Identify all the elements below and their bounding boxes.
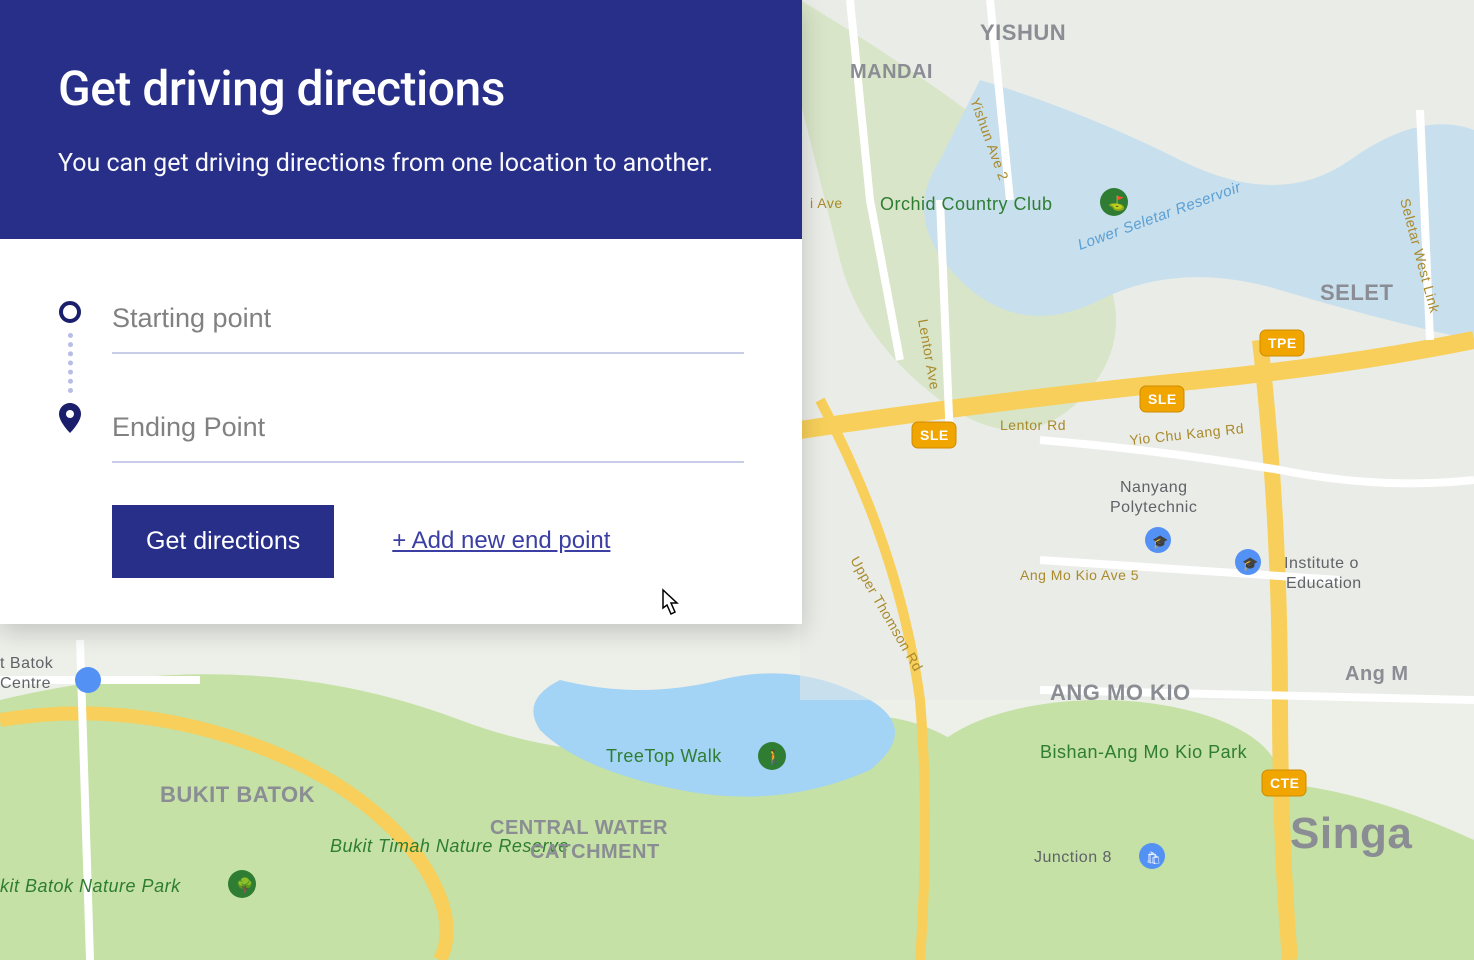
area-label: ANG MO KIO [1050, 680, 1191, 705]
poi-label: Education [1286, 575, 1362, 592]
svg-text:SLE: SLE [1148, 391, 1177, 407]
waypoints-column [58, 297, 82, 433]
poi-pin-icon [75, 667, 101, 693]
poi-label: Centre [0, 675, 51, 692]
end-point-icon [58, 403, 82, 433]
svg-text:CTE: CTE [1270, 775, 1300, 791]
route-line-icon [68, 333, 73, 393]
svg-text:🌳: 🌳 [236, 876, 253, 894]
poi-label: Junction 8 [1034, 849, 1112, 866]
svg-text:🎓: 🎓 [1242, 557, 1258, 572]
panel-title: Get driving directions [58, 60, 744, 117]
poi-label: Polytechnic [1110, 499, 1197, 516]
poi-label: TreeTop Walk [606, 746, 722, 766]
area-label: CATCHMENT [530, 841, 660, 863]
svg-text:🛍: 🛍 [1146, 851, 1161, 865]
highway-shield-cte: CTE [1262, 770, 1306, 796]
start-point-icon [59, 301, 81, 323]
get-directions-button[interactable]: Get directions [112, 505, 334, 578]
road-label: Ang Mo Kio Ave 5 [1020, 567, 1139, 583]
poi-label: t Batok [0, 655, 54, 672]
area-label: Singa [1290, 809, 1412, 858]
area-label: SELET [1320, 280, 1393, 305]
area-label: MANDAI [850, 61, 933, 83]
poi-label: Orchid Country Club [880, 194, 1053, 214]
road-label: i Ave [810, 195, 843, 211]
area-label: Ang M [1345, 663, 1409, 685]
svg-text:⛳: ⛳ [1108, 195, 1125, 212]
svg-text:TPE: TPE [1268, 335, 1297, 351]
start-point-input[interactable] [112, 297, 744, 354]
highway-shield-tpe: TPE [1260, 330, 1304, 356]
area-label: CENTRAL WATER [490, 817, 668, 839]
highway-shield-sle: SLE [1140, 386, 1184, 412]
poi-label: Institute o [1284, 555, 1359, 572]
svg-text:SLE: SLE [920, 427, 949, 443]
panel-body: Get directions + Add new end point [0, 239, 802, 624]
directions-panel: Get driving directions You can get drivi… [0, 0, 802, 624]
panel-header: Get driving directions You can get drivi… [0, 0, 802, 239]
end-point-input[interactable] [112, 406, 744, 463]
area-label: BUKIT BATOK [160, 782, 315, 807]
area-label: YISHUN [980, 20, 1066, 45]
svg-text:🚶: 🚶 [765, 749, 782, 766]
poi-label: Nanyang [1120, 479, 1188, 496]
poi-label: Bishan-Ang Mo Kio Park [1040, 742, 1248, 762]
add-end-point-link[interactable]: + Add new end point [392, 527, 610, 555]
road-label: Lentor Rd [1000, 417, 1066, 433]
svg-text:🎓: 🎓 [1152, 535, 1168, 550]
highway-shield-sle2: SLE [912, 422, 956, 448]
poi-label: kit Batok Nature Park [0, 876, 181, 896]
panel-subtitle: You can get driving directions from one … [58, 145, 744, 183]
